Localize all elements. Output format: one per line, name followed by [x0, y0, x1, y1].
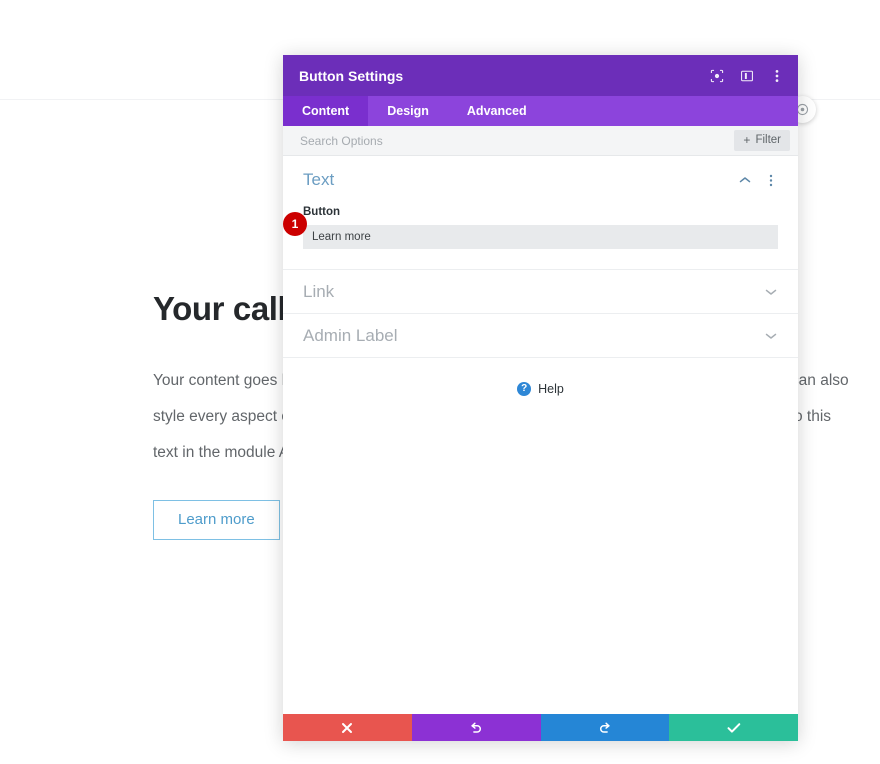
plus-icon: + — [743, 133, 751, 147]
save-button[interactable] — [669, 714, 798, 741]
undo-arrow-icon — [471, 722, 482, 733]
section-link[interactable]: Link — [283, 270, 798, 314]
tab-advanced[interactable]: Advanced — [448, 96, 546, 126]
filter-button-label: Filter — [755, 134, 781, 146]
tab-design[interactable]: Design — [368, 96, 448, 126]
help-link[interactable]: ? Help — [283, 358, 798, 420]
section-admin-label[interactable]: Admin Label — [283, 314, 798, 358]
section-link-title: Link — [303, 281, 335, 301]
modal-header: Button Settings — [283, 55, 798, 96]
section-admin-label-title: Admin Label — [303, 325, 398, 345]
section-text-header[interactable]: Text — [303, 170, 778, 190]
close-x-icon — [342, 722, 353, 733]
search-input[interactable] — [300, 133, 735, 148]
modal-title: Button Settings — [299, 67, 404, 84]
section-text-title: Text — [303, 170, 335, 189]
button-settings-modal: Button Settings Content Design Advanced … — [283, 55, 798, 741]
modal-body: Text Button Learn more Link Admin Label … — [283, 156, 798, 714]
more-vertical-icon[interactable] — [769, 68, 785, 84]
redo-button[interactable] — [540, 714, 670, 741]
modal-header-actions — [709, 68, 785, 84]
layout-panel-icon[interactable] — [739, 68, 755, 84]
button-text-input[interactable] — [303, 225, 778, 249]
check-icon — [727, 722, 740, 733]
question-mark-icon: ? — [517, 382, 532, 396]
learn-more-button[interactable]: Learn more — [153, 500, 280, 540]
undo-button[interactable] — [411, 714, 541, 741]
tab-content[interactable]: Content — [283, 96, 369, 126]
search-bar: + Filter — [283, 126, 798, 156]
section-text: Text Button — [283, 156, 798, 270]
help-label: Help — [538, 382, 564, 396]
redo-arrow-icon — [599, 722, 610, 733]
more-vertical-icon[interactable] — [764, 173, 778, 187]
modal-footer — [283, 714, 798, 741]
section-text-actions — [738, 173, 778, 187]
filter-button[interactable]: + Filter — [734, 130, 790, 151]
chevron-up-icon[interactable] — [738, 173, 752, 187]
chevron-down-icon[interactable] — [764, 329, 778, 343]
focus-target-icon[interactable] — [709, 68, 725, 84]
step-badge-1: 1 — [283, 212, 307, 236]
chevron-down-icon[interactable] — [764, 285, 778, 299]
modal-tabs: Content Design Advanced — [283, 96, 798, 126]
page-root: Your call to action goes here Your conte… — [0, 0, 880, 764]
discard-button[interactable] — [283, 714, 412, 741]
button-text-label: Button — [303, 206, 341, 218]
